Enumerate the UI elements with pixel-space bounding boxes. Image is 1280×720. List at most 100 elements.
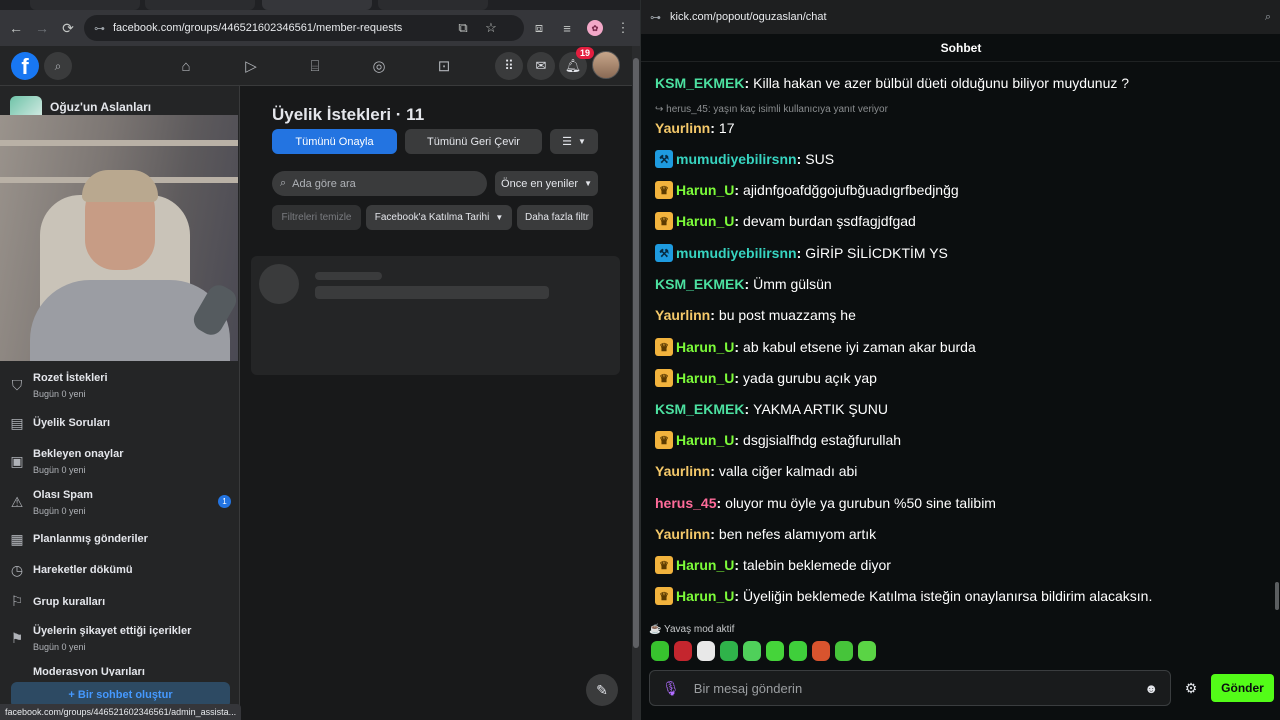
browser-tab[interactable] [378, 0, 488, 10]
more-filters-button[interactable]: Daha fazla filtr [517, 205, 593, 230]
chat-username[interactable]: Harun_U [676, 588, 734, 604]
emote-quick-bar [651, 641, 876, 661]
chat-username[interactable]: Yaurlinn [655, 526, 710, 542]
list-options-icon: ☰ [562, 136, 572, 148]
sidebar-item-badge-requests[interactable]: ⛉ Rozet İstekleri Bugün 0 yeni [0, 368, 240, 402]
chat-username[interactable]: mumudiyebilirsnn [676, 151, 797, 167]
chat-username[interactable]: Harun_U [676, 557, 734, 573]
decline-all-button[interactable]: Tümünü Geri Çevir [405, 129, 542, 154]
browser-tab[interactable] [30, 0, 140, 10]
facebook-logo-icon[interactable]: f [11, 52, 39, 80]
emote-icon[interactable] [858, 641, 876, 661]
browser-tab-active[interactable] [262, 0, 372, 10]
sidebar-item-membership-questions[interactable]: ▤ Üyelik Soruları [0, 406, 240, 440]
send-button[interactable]: Gönder [1211, 674, 1274, 702]
bulk-options-button[interactable]: ☰ ▼ [550, 129, 598, 154]
install-app-icon[interactable]: ⧉ [452, 15, 474, 41]
chat-input-box[interactable]: 🎙︎ ☻ [649, 670, 1171, 706]
bookmark-star-icon[interactable]: ☆ [480, 15, 502, 41]
emote-icon[interactable] [812, 641, 830, 661]
sidebar-item-moderation-alerts[interactable]: Moderasyon Uyarıları [0, 664, 240, 676]
chat-separator: : [734, 213, 740, 229]
new-message-compose-icon[interactable]: ✎ [586, 674, 618, 706]
chat-message-text: yada gurubu açık yap [743, 370, 877, 386]
approve-all-button[interactable]: Tümünü Onayla [272, 129, 397, 154]
chat-username[interactable]: Harun_U [676, 213, 734, 229]
sort-dropdown[interactable]: Önce en yeniler ▼ [495, 171, 598, 196]
scrollbar-thumb[interactable] [633, 58, 639, 648]
search-icon: ⌕ [280, 177, 287, 189]
account-avatar[interactable] [592, 51, 620, 79]
chat-message-input[interactable] [693, 680, 1134, 696]
emote-icon[interactable] [789, 641, 807, 661]
search-input[interactable] [292, 177, 473, 190]
chat-separator: : [796, 151, 802, 167]
emote-icon[interactable] [697, 641, 715, 661]
chat-username[interactable]: herus_45 [655, 495, 716, 511]
forward-icon[interactable]: → [29, 15, 55, 41]
chat-username[interactable]: Yaurlinn [655, 120, 710, 136]
sidebar-item-scheduled-posts[interactable]: ▦ Planlanmış gönderiler [0, 522, 240, 556]
emote-icon[interactable] [720, 641, 738, 661]
chat-message-text: valla ciğer kalmadı abi [718, 463, 858, 479]
reload-icon[interactable]: ⟳ [55, 15, 81, 41]
chat-username[interactable]: mumudiyebilirsnn [676, 245, 797, 261]
extensions-icon[interactable]: ⧈ [528, 15, 550, 41]
video-icon[interactable]: ▷ [241, 56, 261, 76]
chat-separator: : [710, 120, 715, 136]
sidebar-item-member-reports[interactable]: ⚑ Üyelerin şikayet ettiği içerikler Bugü… [0, 621, 240, 655]
sidebar-item-potential-spam[interactable]: ⚠ Olası Spam Bugün 0 yeni 1 [0, 485, 240, 519]
gaming-icon[interactable]: ⊡ [434, 56, 454, 76]
chat-username[interactable]: Harun_U [676, 432, 734, 448]
microphone-icon[interactable]: 🎙︎ [662, 680, 680, 697]
site-info-icon[interactable]: ⊶ [94, 22, 105, 35]
messenger-icon[interactable]: ✉ [527, 52, 555, 80]
chat-username[interactable]: KSM_EKMEK [655, 401, 744, 417]
emote-icon[interactable] [766, 641, 784, 661]
search-icon[interactable]: ⌕ [44, 52, 72, 80]
chat-username[interactable]: KSM_EKMEK [655, 276, 744, 292]
back-icon[interactable]: ← [3, 15, 29, 41]
sidebar-item-label: Grup kuralları [33, 596, 106, 608]
emote-icon[interactable] [674, 641, 692, 661]
sidebar-item-group-rules[interactable]: ⚐ Grup kuralları [0, 584, 240, 618]
marketplace-icon[interactable]: ⌸ [305, 56, 325, 76]
emote-icon[interactable] [835, 641, 853, 661]
join-date-filter[interactable]: Facebook'a Katılma Tarihi ▼ [366, 205, 512, 230]
emoji-picker-icon[interactable]: ☻ [1144, 681, 1158, 696]
emote-icon[interactable] [743, 641, 761, 661]
home-icon[interactable]: ⌂ [176, 56, 196, 76]
chat-message-text: 17 [718, 120, 735, 136]
sidebar-item-activity-log[interactable]: ◷ Hareketler dökümü [0, 553, 240, 587]
chat-username[interactable]: Yaurlinn [655, 307, 710, 323]
search-by-name[interactable]: ⌕ [272, 171, 487, 196]
chat-username[interactable]: Harun_U [676, 339, 734, 355]
chat-separator: : [710, 463, 715, 479]
browser-tab[interactable] [145, 0, 255, 10]
chat-username[interactable]: Yaurlinn [655, 463, 710, 479]
zoom-icon[interactable]: ⌕ [1265, 11, 1271, 24]
page-title: Üyelik İstekleri · 11 [272, 105, 425, 124]
webcam-overlay [0, 115, 238, 361]
media-control-icon[interactable]: ≡ [556, 15, 578, 41]
slow-mode-notice: ☕ Yavaş mod aktif [649, 624, 735, 635]
chat-scrollbar-thumb[interactable] [1275, 582, 1279, 610]
emote-icon[interactable] [651, 641, 669, 661]
chat-username[interactable]: Harun_U [676, 370, 734, 386]
profile-avatar-icon[interactable]: ✿ [584, 15, 606, 41]
browser-menu-icon[interactable]: ⋮ [612, 15, 634, 41]
chat-username[interactable]: KSM_EKMEK [655, 75, 744, 91]
chat-message: ♛ Harun_U: ab kabul etsene iyi zaman akar … [655, 334, 976, 360]
sidebar-item-pending-approvals[interactable]: ▣ Bekleyen onaylar Bugün 0 yeni [0, 444, 240, 478]
caret-down-icon: ▼ [584, 179, 592, 188]
popout-url: kick.com/popout/oguzaslan/chat [670, 11, 827, 23]
menu-grid-icon[interactable]: ⠿ [495, 52, 523, 80]
chat-username[interactable]: Harun_U [676, 182, 734, 198]
chat-separator: : [716, 495, 722, 511]
chat-message-text: GİRİP SİLİCDKTİM YS [805, 245, 948, 261]
page-scrollbar[interactable] [632, 46, 640, 720]
chat-settings-gear-icon[interactable]: ⚙ [1182, 679, 1200, 697]
browser-toolbar-actions: ⧉ ☆ ⧈ ≡ ✿ ⋮ [452, 15, 634, 41]
site-info-icon[interactable]: ⊶ [650, 11, 661, 24]
groups-icon[interactable]: ◎ [369, 56, 389, 76]
